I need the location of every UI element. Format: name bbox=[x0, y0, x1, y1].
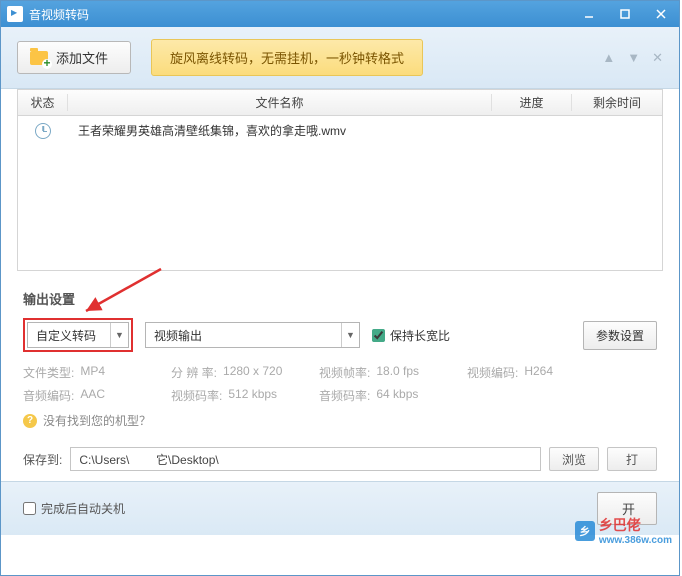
col-name: 文件名称 bbox=[68, 94, 492, 111]
move-up-icon[interactable]: ▲ bbox=[602, 50, 615, 66]
close-button[interactable] bbox=[643, 1, 679, 27]
promo-banner[interactable]: 旋风离线转码，无需挂机，一秒钟转格式 bbox=[151, 39, 423, 76]
sort-controls: ▲ ▼ ✕ bbox=[602, 50, 663, 66]
output-settings: 输出设置 自定义转码 ▼ 视频输出 ▼ 保持长宽比 参数设置 文件类型:MP4 … bbox=[1, 279, 679, 447]
output-info-row: 文件类型:MP4 分 辨 率:1280 x 720 视频帧率:18.0 fps … bbox=[23, 364, 657, 381]
video-output-select[interactable]: 视频输出 ▼ bbox=[145, 322, 360, 348]
app-window: 音视频转码 添加文件 旋风离线转码，无需挂机，一秒钟转格式 ▲ ▼ ✕ 状态 文… bbox=[0, 0, 680, 576]
pending-icon bbox=[35, 123, 51, 139]
param-settings-button[interactable]: 参数设置 bbox=[583, 321, 657, 350]
col-status: 状态 bbox=[18, 94, 68, 111]
save-label: 保存到: bbox=[23, 451, 62, 468]
chevron-down-icon: ▼ bbox=[341, 323, 359, 347]
shutdown-checkbox[interactable]: 完成后自动关机 bbox=[23, 500, 125, 517]
window-title: 音视频转码 bbox=[29, 6, 89, 23]
table-header: 状态 文件名称 进度 剩余时间 bbox=[18, 90, 662, 116]
highlight-box: 自定义转码 ▼ bbox=[23, 318, 133, 352]
help-icon: ? bbox=[23, 414, 37, 428]
table-row[interactable]: 王者荣耀男英雄高清壁纸集锦，喜欢的拿走哦.wmv bbox=[18, 116, 662, 145]
browse-button[interactable]: 浏览 bbox=[549, 447, 599, 471]
col-progress: 进度 bbox=[492, 94, 572, 111]
toolbar: 添加文件 旋风离线转码，无需挂机，一秒钟转格式 ▲ ▼ ✕ bbox=[1, 27, 679, 89]
remove-icon[interactable]: ✕ bbox=[652, 50, 663, 66]
app-icon bbox=[7, 6, 23, 22]
open-folder-button[interactable]: 打 bbox=[607, 447, 657, 471]
title-bar: 音视频转码 bbox=[1, 1, 679, 27]
minimize-button[interactable] bbox=[571, 1, 607, 27]
file-table: 状态 文件名称 进度 剩余时间 王者荣耀男英雄高清壁纸集锦，喜欢的拿走哦.wmv bbox=[17, 89, 663, 271]
col-time: 剩余时间 bbox=[572, 94, 662, 111]
preset-select[interactable]: 自定义转码 ▼ bbox=[27, 322, 129, 348]
save-path-input[interactable] bbox=[70, 447, 541, 471]
file-name-cell: 王者荣耀男英雄高清壁纸集锦，喜欢的拿走哦.wmv bbox=[68, 122, 492, 139]
keep-ratio-checkbox[interactable]: 保持长宽比 bbox=[372, 327, 450, 344]
save-path-row: 保存到: 浏览 打 bbox=[1, 447, 679, 481]
chevron-down-icon: ▼ bbox=[110, 323, 128, 347]
maximize-button[interactable] bbox=[607, 1, 643, 27]
watermark: 乡 乡巴佬 www.386w.com bbox=[575, 515, 672, 546]
folder-add-icon bbox=[30, 51, 48, 65]
watermark-logo-icon: 乡 bbox=[575, 521, 595, 541]
add-file-button[interactable]: 添加文件 bbox=[17, 41, 131, 74]
move-down-icon[interactable]: ▼ bbox=[627, 50, 640, 66]
annotation-arrow bbox=[81, 269, 171, 324]
help-link[interactable]: ? 没有找到您的机型？ bbox=[23, 412, 657, 429]
output-info-row: 音频编码:AAC 视频码率:512 kbps 音频码率:64 kbps bbox=[23, 387, 657, 404]
